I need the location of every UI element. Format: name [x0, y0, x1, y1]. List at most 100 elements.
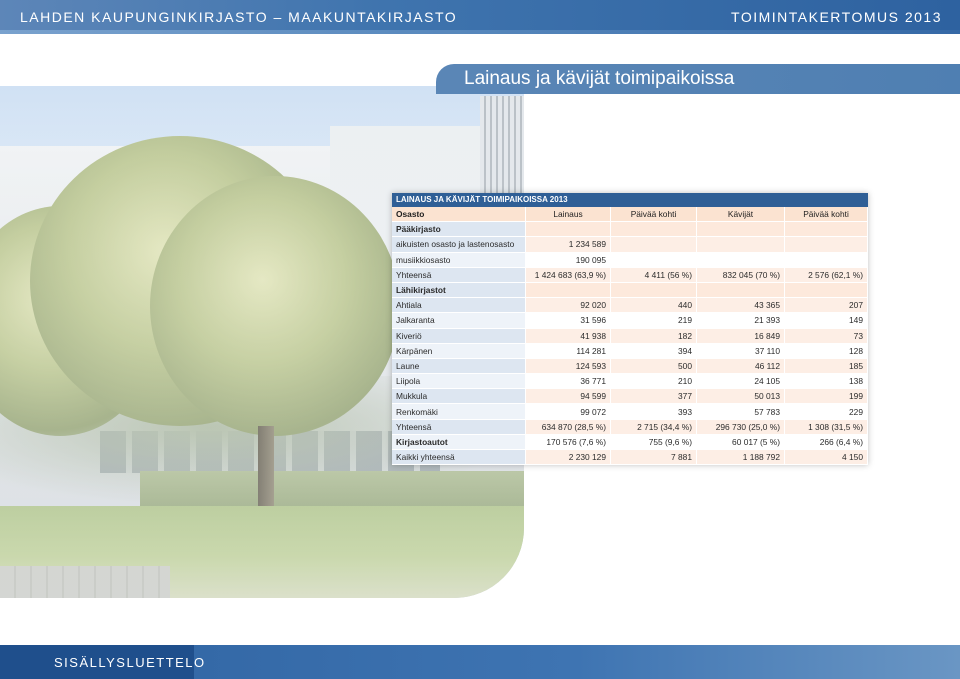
table-row: Jalkaranta 31 596 219 21 393 149 — [392, 313, 868, 329]
loans-visitors-table: LAINAUS JA KÄVIJÄT TOIMIPAIKOISSA 2013 O… — [392, 193, 868, 466]
table-cell: 394 — [611, 343, 697, 359]
table-cell: 1 234 589 — [526, 237, 611, 253]
table-cell: 21 393 — [697, 313, 785, 329]
row-label: Renkomäki — [392, 404, 526, 420]
row-label: Kiveriö — [392, 328, 526, 344]
table-body: Pääkirjasto aikuisten osasto ja lastenosa… — [392, 222, 868, 466]
table-cell: 4 150 — [785, 450, 868, 466]
table-cell: 185 — [785, 358, 868, 375]
table-cell: 170 576 (7,6 %) — [526, 434, 611, 450]
section-title-bar: Lainaus ja kävijät toimipaikoissa — [436, 64, 960, 94]
table-row: Pääkirjasto — [392, 222, 868, 238]
table-row: Yhteensä 1 424 683 (63,9 %) 4 411 (56 %) 83… — [392, 267, 868, 283]
table-cell: 60 017 (5 %) — [697, 434, 785, 450]
table-cell: 92 020 — [526, 298, 611, 314]
table-header-row: Osasto Lainaus Päivää kohti Kävijät Päiv… — [392, 207, 868, 223]
row-label: Kärpänen — [392, 343, 526, 359]
table-cell: 37 110 — [697, 343, 785, 359]
table-cell: 266 (6,4 %) — [785, 434, 868, 450]
table-cell: 296 730 (25,0 %) — [697, 419, 785, 435]
table-row: musiikkiosasto 190 095 — [392, 252, 868, 268]
table-cell: 128 — [785, 343, 868, 359]
section-title: Lainaus ja kävijät toimipaikoissa — [464, 68, 735, 89]
column-header: Osasto — [392, 207, 526, 223]
table-cell — [611, 222, 697, 238]
row-label: Yhteensä — [392, 419, 526, 435]
table-cell: 2 576 (62,1 %) — [785, 267, 868, 283]
table-cell: 2 230 129 — [526, 450, 611, 466]
row-label: Yhteensä — [392, 267, 526, 283]
table-cell: 41 938 — [526, 328, 611, 344]
column-header: Kävijät — [697, 207, 785, 223]
table-cell — [526, 282, 611, 299]
table-row: Kirjastoautot 170 576 (7,6 %) 755 (9,6 %) 6… — [392, 434, 868, 450]
table-cell: 99 072 — [526, 404, 611, 420]
table-cell: 190 095 — [526, 252, 611, 268]
table-row: Kaikki yhteensä 2 230 129 7 881 1 188 792 4 … — [392, 450, 868, 466]
table-cell: 31 596 — [526, 313, 611, 329]
table-row: Ahtiala 92 020 440 43 365 207 — [392, 298, 868, 314]
table-cell: 440 — [611, 298, 697, 314]
table-cell: 377 — [611, 389, 697, 405]
table-cell: 149 — [785, 313, 868, 329]
table-cell: 1 188 792 — [697, 450, 785, 466]
table-cell — [697, 237, 785, 253]
table-cell: 57 783 — [697, 404, 785, 420]
table-cell: 7 881 — [611, 450, 697, 466]
row-label: Laune — [392, 358, 526, 375]
column-header: Päivää kohti — [611, 207, 697, 223]
table-cell — [697, 252, 785, 268]
table-cell: 46 112 — [697, 358, 785, 375]
table-cell: 43 365 — [697, 298, 785, 314]
table-cell: 755 (9,6 %) — [611, 434, 697, 450]
table-cell: 500 — [611, 358, 697, 375]
table-cell — [785, 282, 868, 299]
toc-label: SISÄLLYSLUETTELO — [54, 655, 206, 670]
table-cell: 4 411 (56 %) — [611, 267, 697, 283]
table-row: Lähikirjastot — [392, 282, 868, 299]
table-cell: 36 771 — [526, 374, 611, 390]
row-label: aikuisten osasto ja lastenosasto — [392, 237, 526, 253]
table-row: Yhteensä 634 870 (28,5 %) 2 715 (34,4 %) 29… — [392, 419, 868, 435]
table-cell: 24 105 — [697, 374, 785, 390]
table-row: Liipola 36 771 210 24 105 138 — [392, 374, 868, 390]
row-label: Jalkaranta — [392, 313, 526, 329]
table-cell: 2 715 (34,4 %) — [611, 419, 697, 435]
table-cell — [611, 282, 697, 299]
column-header: Päivää kohti — [785, 207, 868, 223]
table-cell: 50 013 — [697, 389, 785, 405]
row-label: musiikkiosasto — [392, 252, 526, 268]
table-cell: 832 045 (70 %) — [697, 267, 785, 283]
table-row: Mukkula 94 599 377 50 013 199 — [392, 389, 868, 405]
table-cell: 94 599 — [526, 389, 611, 405]
header-library-name: LAHDEN KAUPUNGINKIRJASTO – MAAKUNTAKIRJA… — [20, 9, 458, 25]
table-cell: 73 — [785, 328, 868, 344]
row-label: Kaikki yhteensä — [392, 450, 526, 466]
header-report-title: TOIMINTAKERTOMUS 2013 — [731, 9, 942, 25]
table-cell: 114 281 — [526, 343, 611, 359]
table-cell: 634 870 (28,5 %) — [526, 419, 611, 435]
toc-button[interactable]: SISÄLLYSLUETTELO — [0, 645, 204, 679]
table-cell — [611, 252, 697, 268]
data-table: Osasto Lainaus Päivää kohti Kävijät Päiv… — [392, 207, 868, 466]
table-cell: 124 593 — [526, 358, 611, 375]
table-cell — [611, 237, 697, 253]
table-cell — [697, 282, 785, 299]
row-label: Ahtiala — [392, 298, 526, 314]
column-header: Lainaus — [526, 207, 611, 223]
table-cell: 182 — [611, 328, 697, 344]
table-cell: 219 — [611, 313, 697, 329]
table-caption: LAINAUS JA KÄVIJÄT TOIMIPAIKOISSA 2013 — [392, 193, 868, 207]
table-cell: 207 — [785, 298, 868, 314]
table-cell: 199 — [785, 389, 868, 405]
table-cell: 138 — [785, 374, 868, 390]
table-row: Kärpänen 114 281 394 37 110 128 — [392, 343, 868, 359]
table-cell: 229 — [785, 404, 868, 420]
table-cell: 1 424 683 (63,9 %) — [526, 267, 611, 283]
row-label: Lähikirjastot — [392, 282, 526, 299]
table-row: Laune 124 593 500 46 112 185 — [392, 358, 868, 375]
row-label: Mukkula — [392, 389, 526, 405]
table-row: aikuisten osasto ja lastenosasto 1 234 58… — [392, 237, 868, 253]
table-row: Kiveriö 41 938 182 16 849 73 — [392, 328, 868, 344]
table-cell: 1 308 (31,5 %) — [785, 419, 868, 435]
